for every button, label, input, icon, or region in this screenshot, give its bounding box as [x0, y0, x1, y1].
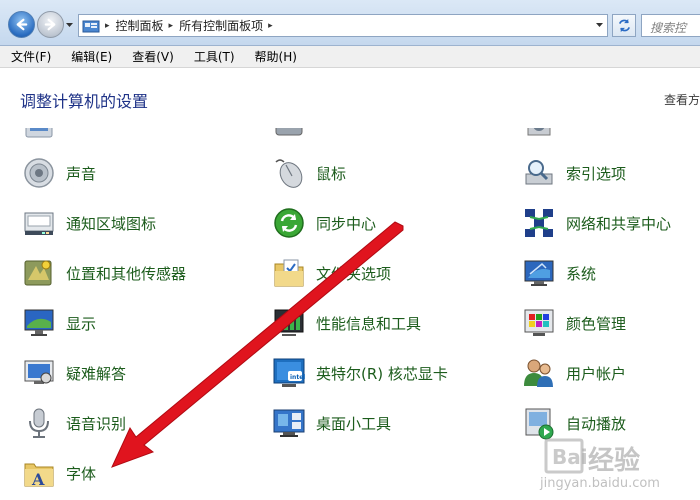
cp-item-location-sensors[interactable]: 位置和其他传感器 [22, 253, 186, 293]
fonts-folder-icon: A [22, 456, 56, 490]
sync-center-icon [272, 206, 306, 240]
cp-label[interactable]: 疑难解答 [66, 363, 126, 384]
refresh-button[interactable] [612, 14, 636, 37]
breadcrumb-control-panel[interactable]: 控制面板 [116, 17, 164, 34]
menu-help[interactable]: 帮助(H) [252, 48, 300, 65]
cp-item-mouse[interactable]: 鼠标 [272, 153, 346, 193]
recent-pages-dropdown-icon[interactable] [65, 21, 74, 29]
system-icon [522, 256, 556, 290]
microphone-icon [22, 406, 56, 440]
cp-label[interactable]: 系统 [566, 263, 596, 284]
cp-label[interactable]: 显示 [66, 313, 96, 334]
cp-item-speech-recognition[interactable]: 语音识别 [22, 403, 126, 443]
cp-item-partial[interactable] [22, 128, 56, 146]
view-by-link[interactable]: 查看方 [664, 91, 700, 108]
svg-text:A: A [31, 470, 45, 489]
cp-item-sound[interactable]: 声音 [22, 153, 96, 193]
cp-item-network-sharing[interactable]: 网络和共享中心 [522, 203, 671, 243]
cp-label[interactable]: 通知区域图标 [66, 213, 156, 234]
cp-item-system[interactable]: 系统 [522, 253, 596, 293]
watermark-logo-icon: Bai [544, 438, 586, 474]
control-panel-icon [82, 19, 100, 33]
cp-label[interactable]: 桌面小工具 [316, 413, 391, 434]
cp-item-desktop-gadgets[interactable]: 桌面小工具 [272, 403, 391, 443]
location-sensor-icon [22, 256, 56, 290]
partial-icon [22, 128, 56, 143]
cp-item-performance[interactable]: 性能信息和工具 [272, 303, 421, 343]
cp-label[interactable]: 声音 [66, 163, 96, 184]
breadcrumb-separator[interactable]: ▸ [105, 21, 110, 31]
cp-label[interactable]: 英特尔(R) 核芯显卡 [316, 363, 448, 384]
breadcrumb-separator[interactable]: ▸ [268, 21, 273, 31]
cp-item-partial[interactable] [522, 128, 556, 146]
breadcrumb-all-items[interactable]: 所有控制面板项 [179, 17, 263, 34]
network-icon [522, 206, 556, 240]
address-dropdown-icon[interactable] [595, 22, 604, 29]
notification-area-icon [22, 206, 56, 240]
troubleshooting-icon [22, 356, 56, 390]
indexing-options-icon [522, 156, 556, 190]
partial-icon [272, 128, 306, 143]
arrow-right-icon [44, 18, 56, 31]
address-bar[interactable]: ▸ 控制面板 ▸ 所有控制面板项 ▸ [78, 14, 608, 37]
menu-bar: 文件(F) 编辑(E) 查看(V) 工具(T) 帮助(H) [0, 46, 700, 68]
svg-text:intel: intel [290, 374, 305, 381]
menu-edit[interactable]: 编辑(E) [68, 48, 115, 65]
cp-label[interactable]: 字体 [66, 463, 96, 484]
page-title: 调整计算机的设置 [20, 92, 149, 111]
baidu-jingyan-watermark: Bai 经验 jingyan.baidu.com [540, 436, 700, 500]
display-icon [22, 306, 56, 340]
cp-item-color-management[interactable]: 颜色管理 [522, 303, 626, 343]
cp-label[interactable]: 性能信息和工具 [316, 313, 421, 334]
cp-label[interactable]: 文件夹选项 [316, 263, 391, 284]
cp-label[interactable]: 位置和其他传感器 [66, 263, 186, 284]
watermark-text: 经验 [588, 446, 641, 476]
arrow-left-icon [16, 18, 28, 31]
autoplay-icon [522, 406, 556, 440]
user-accounts-icon [522, 356, 556, 390]
cp-label[interactable]: 同步中心 [316, 213, 376, 234]
cp-label[interactable]: 网络和共享中心 [566, 213, 671, 234]
cp-item-indexing-options[interactable]: 索引选项 [522, 153, 626, 193]
mouse-icon [272, 156, 306, 190]
cp-item-display[interactable]: 显示 [22, 303, 96, 343]
cp-item-sync-center[interactable]: 同步中心 [272, 203, 376, 243]
intel-graphics-icon: intel [272, 356, 306, 390]
performance-icon [272, 306, 306, 340]
forward-button[interactable] [37, 11, 64, 38]
back-button[interactable] [8, 11, 35, 38]
folder-options-icon [272, 256, 306, 290]
partial-icon [522, 128, 556, 143]
cp-item-folder-options[interactable]: 文件夹选项 [272, 253, 391, 293]
cp-label[interactable]: 用户帐户 [566, 363, 626, 384]
cp-item-fonts[interactable]: A 字体 [22, 453, 96, 493]
watermark-site: jingyan.baidu.com [540, 476, 660, 491]
cp-label[interactable]: 鼠标 [316, 163, 346, 184]
cp-item-troubleshooting[interactable]: 疑难解答 [22, 353, 126, 393]
color-management-icon [522, 306, 556, 340]
cp-label[interactable]: 颜色管理 [566, 313, 626, 334]
search-input[interactable]: 搜索控 [641, 14, 700, 37]
svg-text:Bai: Bai [552, 445, 586, 469]
cp-item-intel-graphics[interactable]: intel 英特尔(R) 核芯显卡 [272, 353, 448, 393]
cp-label[interactable]: 索引选项 [566, 163, 626, 184]
address-toolbar: ▸ 控制面板 ▸ 所有控制面板项 ▸ 搜索控 [0, 0, 700, 46]
cp-item-notification-icons[interactable]: 通知区域图标 [22, 203, 156, 243]
cp-item-user-accounts[interactable]: 用户帐户 [522, 353, 626, 393]
refresh-icon [618, 18, 630, 33]
menu-tools[interactable]: 工具(T) [191, 48, 238, 65]
menu-file[interactable]: 文件(F) [8, 48, 54, 65]
desktop-gadgets-icon [272, 406, 306, 440]
menu-view[interactable]: 查看(V) [129, 48, 177, 65]
cp-item-partial[interactable] [272, 128, 306, 146]
cp-label[interactable]: 自动播放 [566, 413, 626, 434]
cp-label[interactable]: 语音识别 [66, 413, 126, 434]
breadcrumb-separator[interactable]: ▸ [169, 21, 174, 31]
speaker-icon [22, 156, 56, 190]
